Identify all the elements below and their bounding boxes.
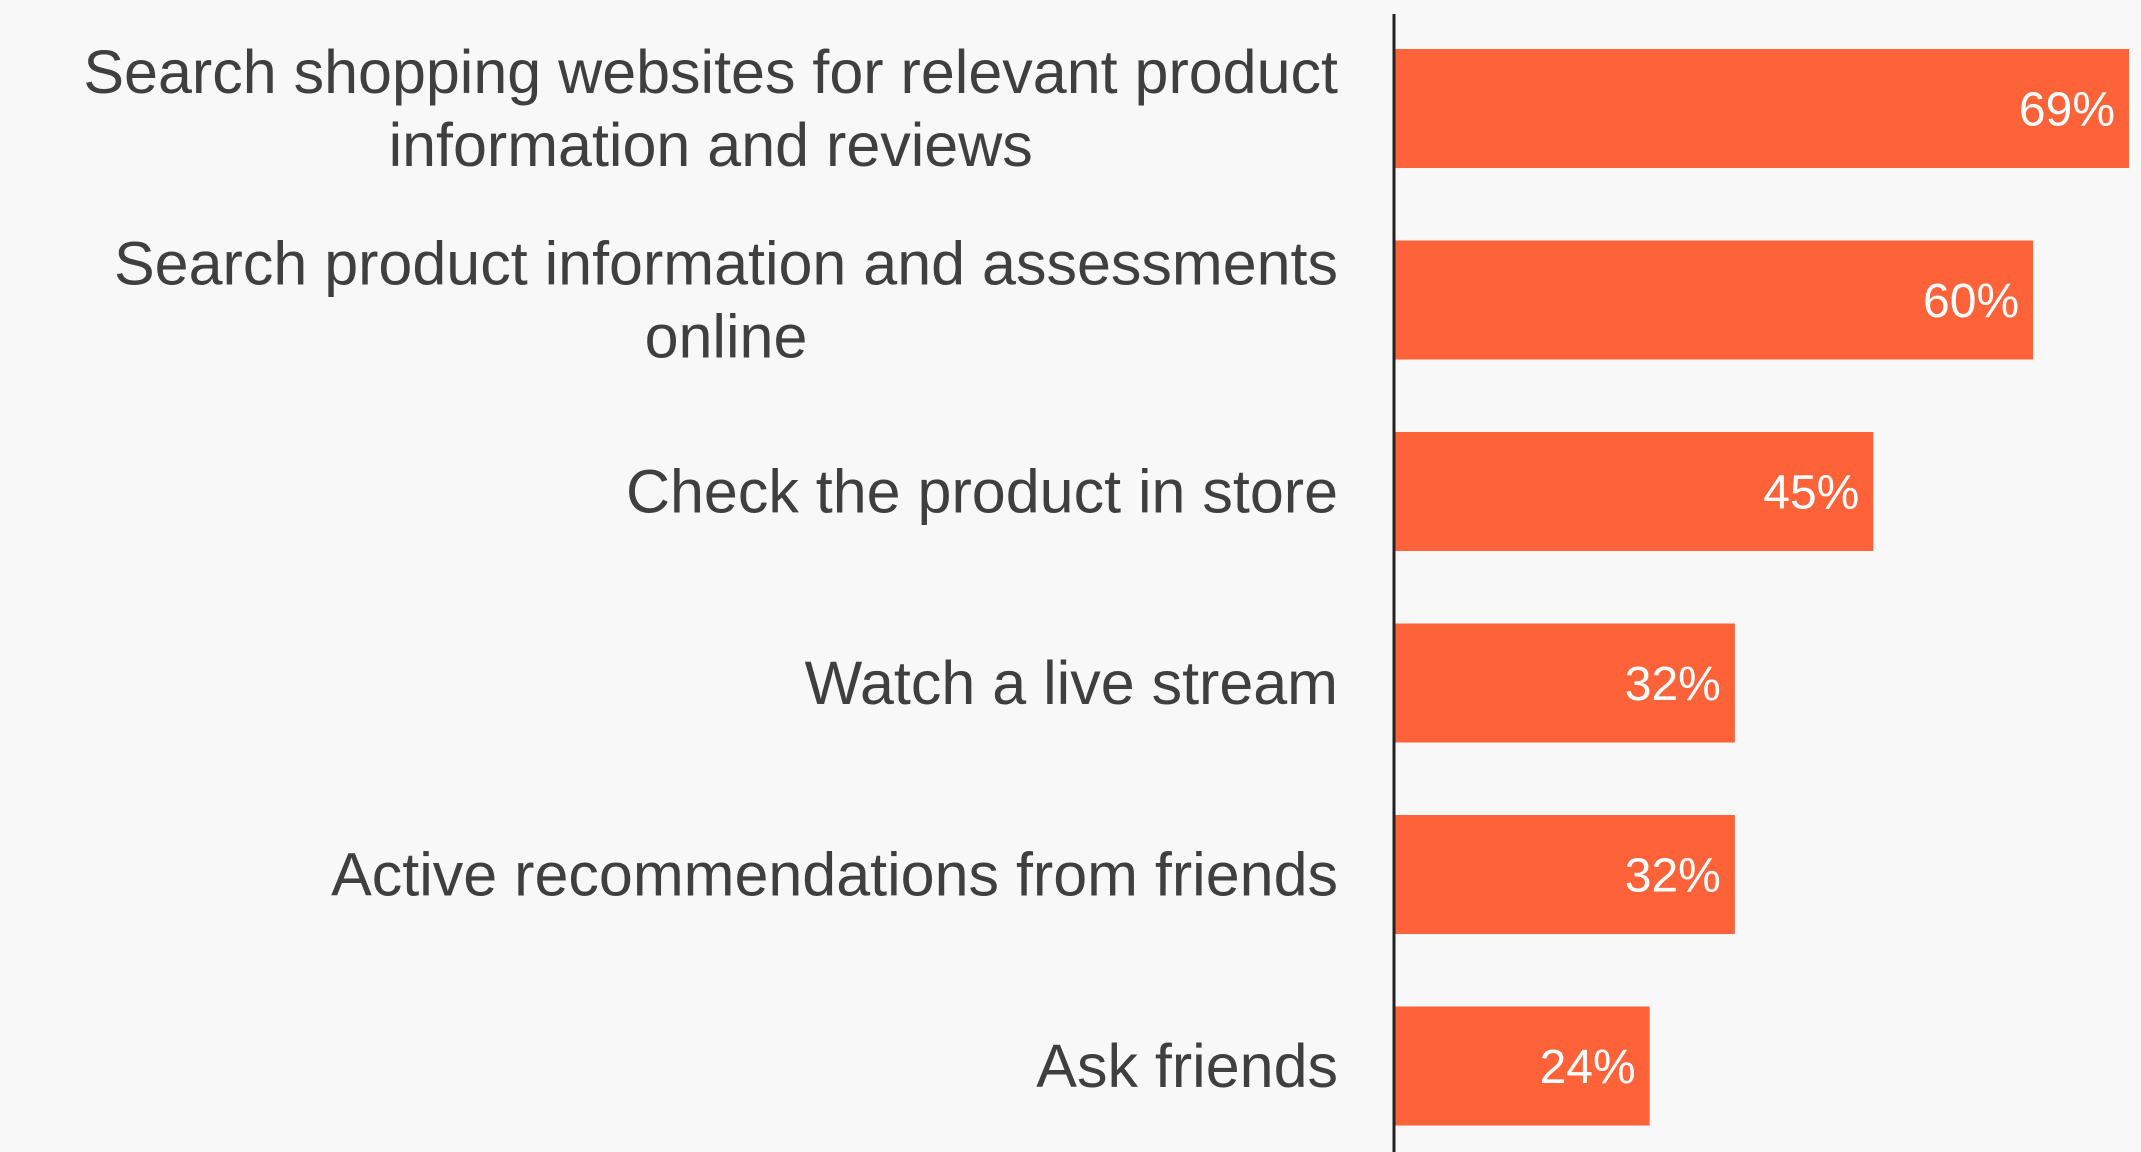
category-label: Search product information and assessmen… bbox=[114, 230, 1338, 371]
category-label: Watch a live stream bbox=[805, 649, 1338, 717]
category-label: Check the product in store bbox=[626, 458, 1338, 526]
bar-value-label: 32% bbox=[1625, 658, 1721, 711]
chart-container: 69% 60% 45% 32% 32% 24% Search shopping websi… bbox=[0, 0, 2141, 1152]
category-labels: Search shopping websites for relevant pr… bbox=[83, 38, 1338, 1100]
bar-chart: 69% 60% 45% 32% 32% 24% Search shopping websi… bbox=[83, 14, 2129, 1152]
category-label: Ask friends bbox=[1036, 1032, 1338, 1100]
bar-value-label: 45% bbox=[1763, 467, 1859, 520]
bar-value-label: 24% bbox=[1540, 1041, 1636, 1094]
category-label: Active recommendations from friends bbox=[331, 841, 1338, 909]
bar-value-label: 32% bbox=[1625, 850, 1721, 903]
bars-layer: 69% 60% 45% 32% 32% 24% bbox=[1394, 49, 2129, 1126]
category-label: Search shopping websites for relevant pr… bbox=[83, 38, 1338, 179]
bar-value-label: 69% bbox=[2019, 84, 2115, 137]
bar-value-label: 60% bbox=[1923, 275, 2019, 328]
